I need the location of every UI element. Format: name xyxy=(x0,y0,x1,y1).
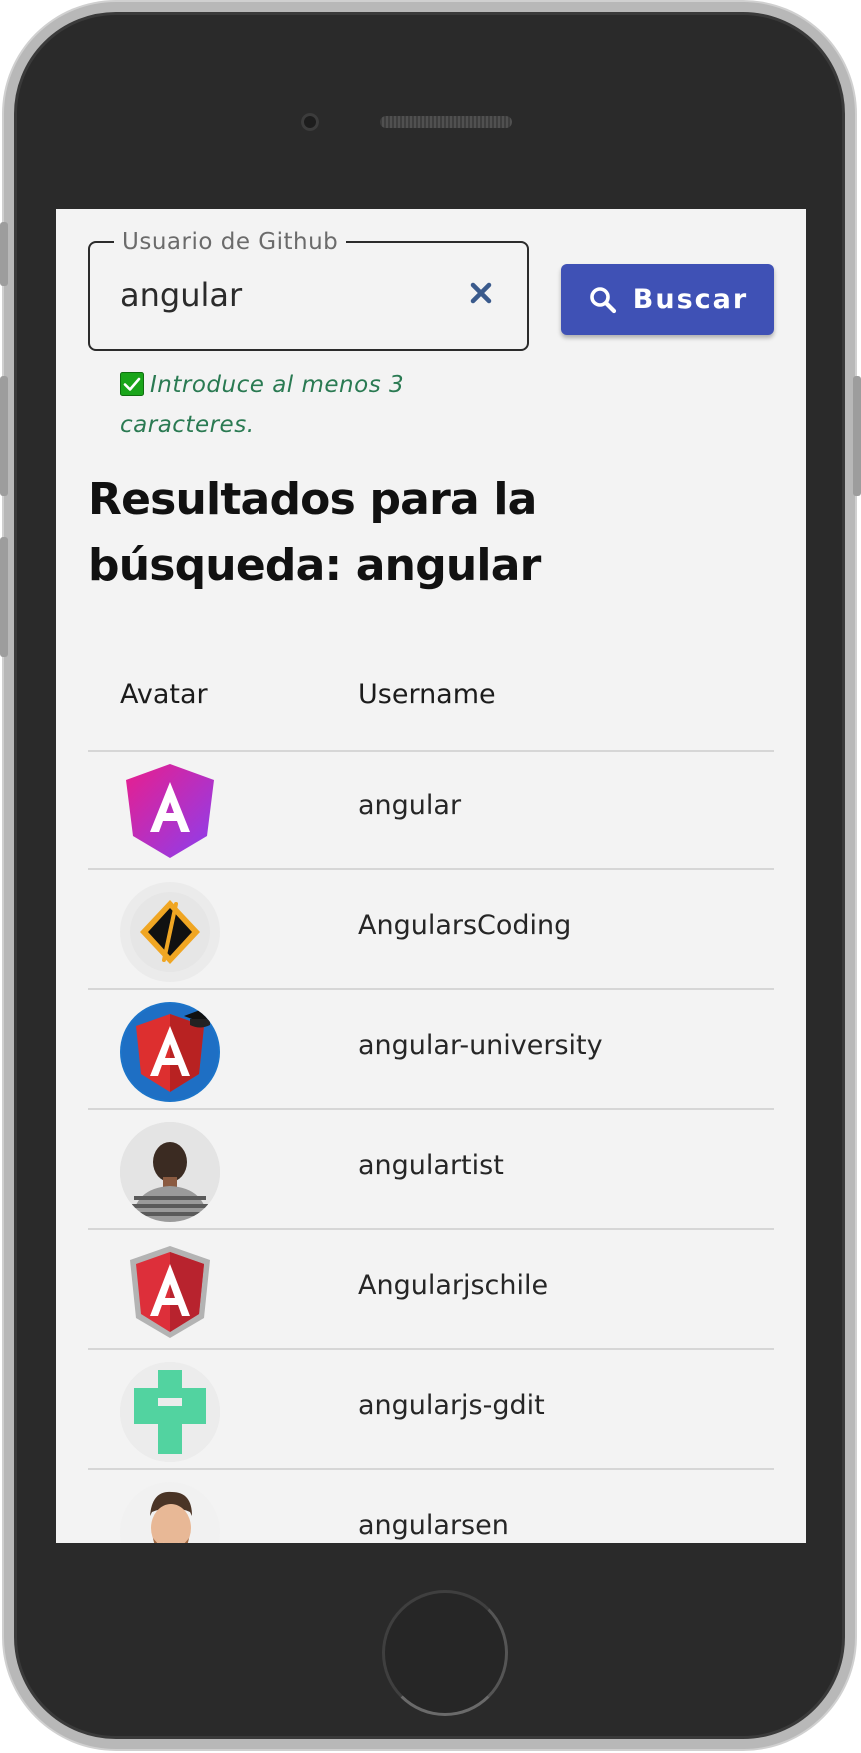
search-button-label: Buscar xyxy=(632,284,749,315)
username-cell[interactable]: Angularjschile xyxy=(358,1270,548,1301)
front-camera xyxy=(301,113,319,131)
angular-logo-avatar xyxy=(120,762,220,862)
column-header-avatar: Avatar xyxy=(120,679,208,710)
search-hint: Introduce al menos 3 caracteres. xyxy=(120,365,450,445)
coding-logo-avatar xyxy=(120,882,220,982)
search-input[interactable] xyxy=(120,273,450,317)
power-button xyxy=(853,376,861,496)
close-icon[interactable] xyxy=(465,277,497,309)
table-row[interactable]: angular xyxy=(88,750,774,870)
username-cell[interactable]: angularsen xyxy=(358,1510,509,1541)
github-user-field[interactable]: Usuario de Github xyxy=(88,229,529,351)
page-title: Resultados para la búsqueda: angular xyxy=(88,474,541,591)
identicon-avatar xyxy=(120,1362,220,1462)
person-photo-avatar xyxy=(120,1482,220,1543)
angular-university-avatar xyxy=(120,1002,220,1102)
table-row[interactable]: Angularjschile xyxy=(88,1230,774,1350)
table-row[interactable]: angulartist xyxy=(88,1110,774,1230)
volume-up-button xyxy=(0,376,8,496)
username-cell[interactable]: angular-university xyxy=(358,1030,603,1061)
username-cell[interactable]: angular xyxy=(358,790,461,821)
table-header: Avatar Username xyxy=(88,649,774,752)
person-photo-avatar xyxy=(120,1122,220,1222)
app-screen: Usuario de Github Introduce al menos 3 c… xyxy=(56,209,806,1543)
mute-switch xyxy=(0,222,8,286)
username-cell[interactable]: AngularsCoding xyxy=(358,910,571,941)
results-table: angular AngularsCoding angular-universit… xyxy=(88,750,774,1543)
column-header-username: Username xyxy=(358,679,496,710)
table-row[interactable]: AngularsCoding xyxy=(88,870,774,990)
username-cell[interactable]: angularjs-gdit xyxy=(358,1390,545,1421)
search-button[interactable]: Buscar xyxy=(561,264,774,335)
search-field-label: Usuario de Github xyxy=(114,229,347,255)
username-cell[interactable]: angulartist xyxy=(358,1150,504,1181)
search-icon xyxy=(589,286,616,313)
earpiece-speaker xyxy=(380,116,512,128)
table-row[interactable]: angular-university xyxy=(88,990,774,1110)
angularjs-shield-avatar xyxy=(120,1242,220,1342)
table-row[interactable]: angularjs-gdit xyxy=(88,1350,774,1470)
check-icon xyxy=(120,372,144,396)
home-button[interactable] xyxy=(382,1590,508,1716)
search-hint-text: Introduce al menos 3 caracteres. xyxy=(120,372,405,438)
volume-down-button xyxy=(0,537,8,657)
table-row[interactable]: angularsen xyxy=(88,1470,774,1543)
